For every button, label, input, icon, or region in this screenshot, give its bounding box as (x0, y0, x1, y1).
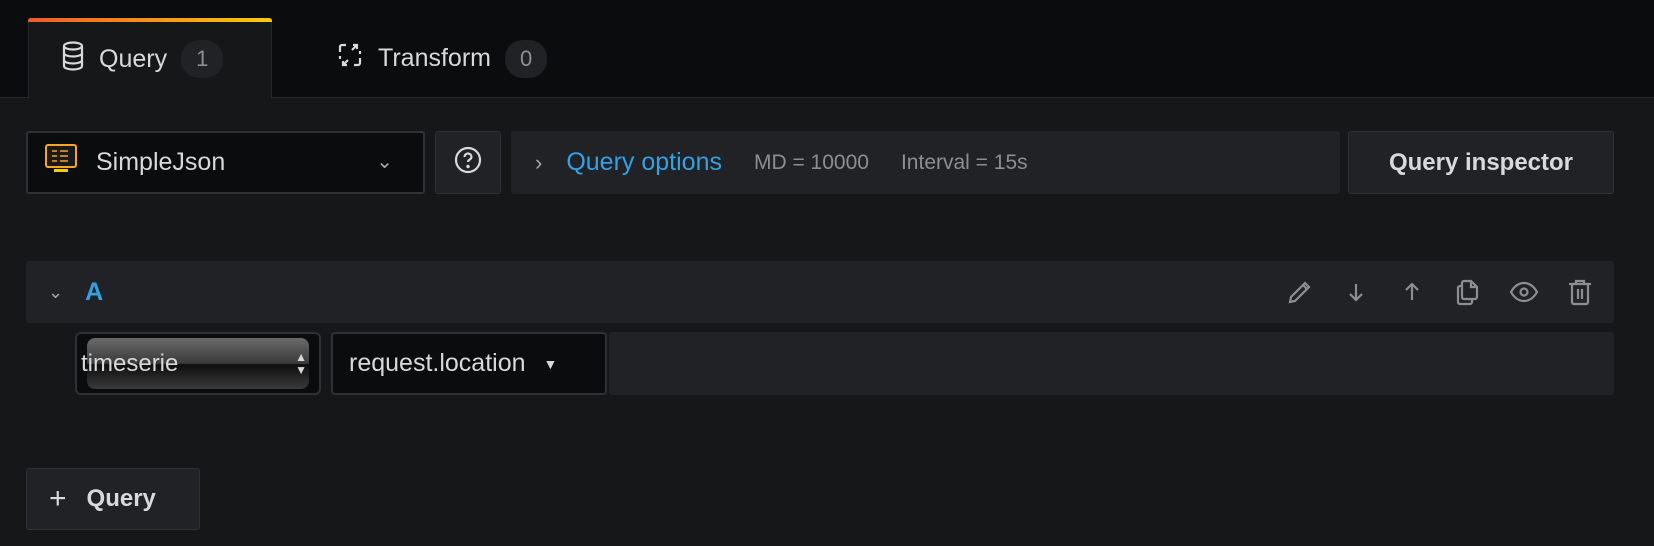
interval: Interval = 15s (900, 150, 1028, 174)
query-ref-id[interactable]: A (85, 278, 103, 307)
plus-icon: + (49, 482, 67, 515)
tab-transform[interactable]: Transform 0 (336, 18, 548, 99)
caret-down-icon: ▼ (543, 355, 558, 372)
tab-label: Transform (378, 44, 491, 72)
chevron-down-icon[interactable]: ⌄ (48, 282, 63, 303)
database-icon (61, 40, 85, 78)
chevron-down-icon: ⌄ (376, 151, 393, 173)
datasource-name: SimpleJson (96, 148, 226, 176)
query-options-toggle[interactable]: › Query options MD = 10000 Interval = 15… (511, 131, 1340, 194)
query-type-select[interactable]: timeserie ▲ ▼ (75, 332, 321, 395)
max-data-points: MD = 10000 (753, 150, 869, 174)
move-up-icon[interactable] (1396, 276, 1428, 308)
chevron-right-icon: › (535, 149, 543, 175)
query-row-actions (1284, 276, 1596, 308)
tab-count-badge: 1 (181, 40, 224, 78)
tab-label: Query (99, 44, 168, 73)
metric-select[interactable]: request.location ▼ (331, 332, 607, 395)
tab-count-badge: 0 (504, 39, 548, 78)
question-circle-icon (454, 146, 482, 179)
query-type-value: timeserie (81, 349, 179, 377)
move-down-icon[interactable] (1340, 276, 1372, 308)
tab-query[interactable]: Query 1 (28, 18, 272, 99)
add-query-label: Query (86, 485, 156, 512)
query-inspector-button[interactable]: Query inspector (1348, 131, 1614, 194)
transform-icon (336, 41, 364, 76)
simplejson-monitor-icon (44, 143, 78, 182)
query-row-header: ⌄ A (26, 261, 1614, 323)
add-query-button[interactable]: + Query (26, 468, 200, 530)
metric-value: request.location (349, 349, 526, 377)
query-options-label: Query options (566, 148, 722, 176)
datasource-picker[interactable]: SimpleJson ⌄ (26, 131, 425, 194)
toggle-visibility-icon[interactable] (1508, 276, 1540, 308)
select-face: timeserie ▲ ▼ (81, 338, 309, 389)
edit-icon[interactable] (1284, 276, 1316, 308)
query-row-filler (609, 332, 1614, 395)
up-down-arrows-icon: ▲ ▼ (295, 349, 307, 377)
delete-icon[interactable] (1564, 276, 1596, 308)
help-button[interactable] (435, 131, 501, 194)
duplicate-icon[interactable] (1452, 276, 1484, 308)
